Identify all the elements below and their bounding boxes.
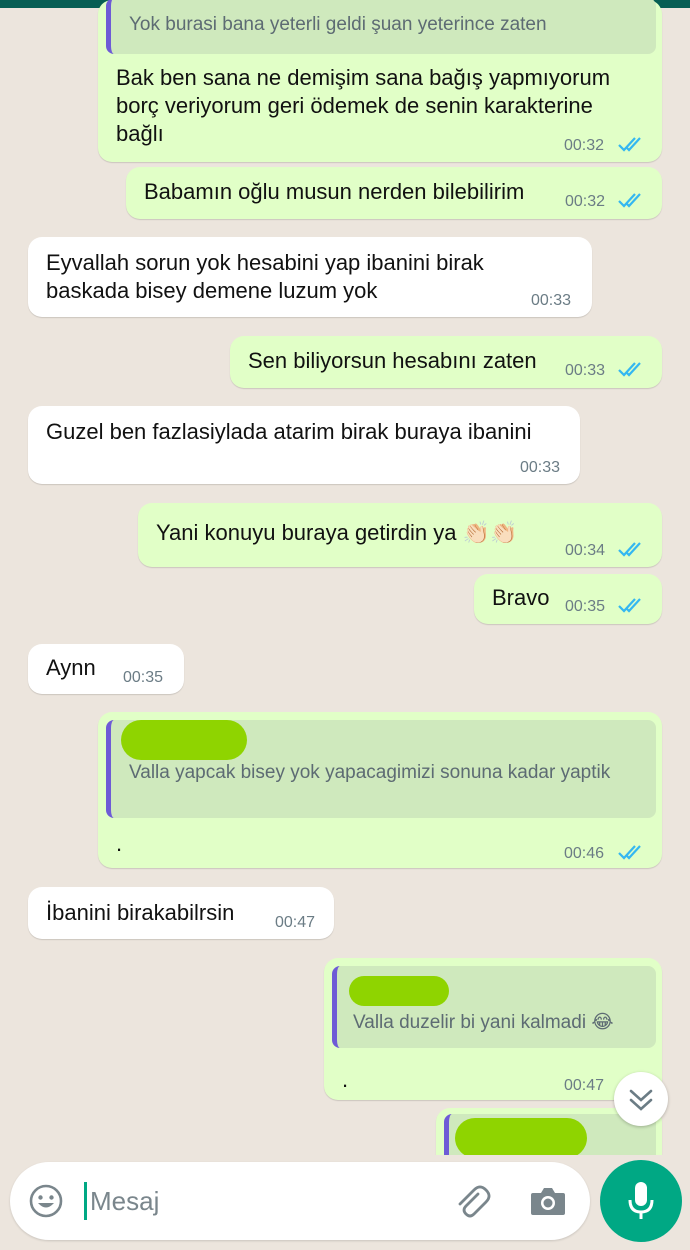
message-bubble-outgoing[interactable]: Valla duzelir bi yani kalmadi 😂 . 00:47 xyxy=(324,958,662,1100)
quoted-reply[interactable]: Yok burasi bana yeterli geldi şuan yeter… xyxy=(106,0,656,54)
message-text: Babamın oğlu musun nerden bilebilirim xyxy=(144,179,525,204)
message-bubble-outgoing[interactable]: Valla yapcak bisey yok yapacagimizi sonu… xyxy=(98,712,662,868)
read-ticks-icon xyxy=(618,845,641,860)
message-time: 00:35 xyxy=(123,669,164,686)
text-cursor xyxy=(84,1182,87,1220)
double-chevron-down-icon xyxy=(629,1089,653,1111)
message-bubble-outgoing[interactable]: Bravo 00:35 xyxy=(474,574,662,624)
message-time: 00:46 xyxy=(564,845,605,862)
read-ticks-icon xyxy=(618,362,641,377)
scroll-to-bottom-button[interactable] xyxy=(614,1072,668,1126)
quoted-text: Valla yapcak bisey yok yapacagimizi sonu… xyxy=(129,762,611,783)
read-ticks-icon xyxy=(618,542,641,557)
read-ticks-icon xyxy=(618,137,641,152)
quoted-text: Yok burasi bana yeterli geldi şuan yeter… xyxy=(129,14,547,35)
message-time: 00:47 xyxy=(564,1077,605,1094)
redacted-sender-name xyxy=(455,1118,587,1155)
message-text: . xyxy=(342,1067,349,1092)
redacted-sender-name xyxy=(349,976,449,1006)
emoji-icon[interactable] xyxy=(28,1183,64,1219)
message-text: . xyxy=(116,831,123,856)
message-time: 00:32 xyxy=(565,193,606,210)
camera-icon[interactable] xyxy=(529,1183,567,1219)
message-time: 00:35 xyxy=(565,598,606,615)
message-time: 00:32 xyxy=(564,137,605,154)
message-text: Bak ben sana ne demişim sana bağış yapmı… xyxy=(116,65,611,90)
redacted-sender-name xyxy=(121,720,247,760)
message-bubble-incoming[interactable]: Aynn 00:35 xyxy=(28,644,184,694)
quoted-reply[interactable]: Valla yapcak bisey yok yapacagimizi sonu… xyxy=(106,720,656,818)
paperclip-icon[interactable] xyxy=(452,1182,492,1222)
message-time: 00:33 xyxy=(565,362,606,379)
message-time: 00:33 xyxy=(520,459,561,476)
message-bubble-outgoing[interactable]: Yani konuyu buraya getirdin ya 👏🏻👏🏻 00:3… xyxy=(138,503,662,567)
message-time: 00:47 xyxy=(275,914,316,931)
message-text: borç veriyorum geri ödemek de senin kara… xyxy=(116,93,593,118)
message-text: İbanini birakabilrsin xyxy=(46,900,235,925)
message-bubble-incoming[interactable]: Guzel ben fazlasiylada atarim birak bura… xyxy=(28,406,580,484)
message-text: baskada bisey demene luzum yok xyxy=(46,278,378,303)
read-ticks-icon xyxy=(618,598,641,613)
read-ticks-icon xyxy=(618,193,641,208)
message-time: 00:33 xyxy=(531,292,572,309)
message-text: Guzel ben fazlasiylada atarim birak bura… xyxy=(46,419,532,444)
chat-area[interactable]: Yok burasi bana yeterli geldi şuan yeter… xyxy=(0,0,690,1155)
message-time: 00:34 xyxy=(565,542,606,559)
message-text: Yani konuyu buraya getirdin ya 👏🏻👏🏻 xyxy=(156,520,518,545)
message-text: Bravo xyxy=(492,585,550,610)
message-text: Eyvallah sorun yok hesabini yap ibanini … xyxy=(46,250,484,275)
message-bubble-incoming[interactable]: Eyvallah sorun yok hesabini yap ibanini … xyxy=(28,237,592,317)
message-input[interactable]: Mesaj xyxy=(90,1186,159,1216)
message-bubble-incoming[interactable]: İbanini birakabilrsin 00:47 xyxy=(28,887,334,939)
message-text: bağlı xyxy=(116,121,164,146)
microphone-button[interactable] xyxy=(600,1160,682,1242)
quoted-text: Valla duzelir bi yani kalmadi 😂 xyxy=(353,1012,614,1033)
message-bubble-outgoing[interactable]: Sen biliyorsun hesabını zaten 00:33 xyxy=(230,336,662,388)
message-bubble-outgoing[interactable]: Yok burasi bana yeterli geldi şuan yeter… xyxy=(98,0,662,162)
message-composer[interactable]: Mesaj xyxy=(10,1162,590,1240)
message-bubble-outgoing[interactable]: Babamın oğlu musun nerden bilebilirim 00… xyxy=(126,167,662,219)
message-text: Aynn xyxy=(46,655,96,680)
microphone-icon xyxy=(628,1182,654,1219)
quoted-reply[interactable]: Valla duzelir bi yani kalmadi 😂 xyxy=(332,966,656,1048)
message-text: Sen biliyorsun hesabını zaten xyxy=(248,348,537,373)
